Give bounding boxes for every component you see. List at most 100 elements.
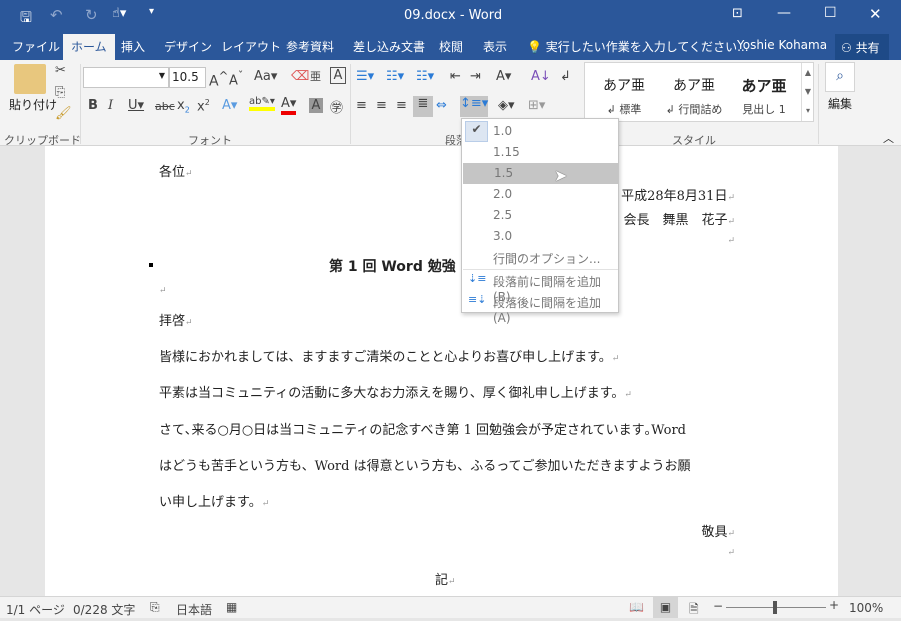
increase-indent-icon[interactable]: ⇥ [470, 69, 481, 84]
tab-view[interactable]: 表示 [483, 38, 507, 55]
ribbon-display-icon[interactable]: ⊡ [732, 6, 743, 21]
user-name[interactable]: Yoshie Kohama [737, 38, 827, 52]
styles-scroll[interactable]: ▲ ▼ ▾ [801, 63, 814, 121]
spacing-1-5[interactable]: 1.5 [463, 163, 618, 184]
enclose-characters-icon[interactable]: ㊫ [330, 97, 343, 116]
change-case-button[interactable]: Aa▾ [254, 69, 277, 84]
document-page[interactable]: 各位↵ 平成28年8月31日↵ 会長 舞黒 花子↵ ↵ 第 1 回 Word 勉… [45, 146, 838, 596]
line-spacing-options[interactable]: 行間のオプション... [462, 247, 618, 268]
doc-line: 皆様におかれましては、ますますご清栄のことと心よりお喜び申し上げます。↵ [159, 350, 620, 365]
highlight-icon[interactable]: ab✎▾ [249, 96, 275, 111]
shrink-font-icon[interactable]: Aˇ [229, 69, 243, 88]
close-icon[interactable]: ✕ [869, 5, 882, 23]
grow-font-icon[interactable]: A^ [209, 69, 228, 90]
tab-layout[interactable]: レイアウト [221, 38, 281, 55]
tab-references[interactable]: 参考資料 [286, 38, 334, 55]
text-effects-icon[interactable]: A▾ [222, 98, 237, 113]
customize-icon[interactable]: ▾ [149, 6, 154, 17]
find-icon[interactable]: ⌕ [825, 62, 855, 92]
save-icon[interactable]: 🖫 [20, 7, 32, 31]
styles-gallery: あア亜 ↲ 標準 あア亜 ↲ 行間詰め あア亜 見出し 1 ▲ ▼ ▾ [584, 62, 814, 122]
add-space-after[interactable]: 段落後に間隔を追加(A) [462, 291, 618, 325]
minimize-icon[interactable]: — [777, 5, 791, 21]
redo-icon[interactable]: ↻ [85, 6, 98, 24]
tab-insert[interactable]: 挿入 [121, 38, 145, 55]
paste-button[interactable]: 貼り付け [9, 96, 57, 113]
spacing-2-5[interactable]: 2.5 [462, 205, 618, 226]
italic-icon[interactable]: I [108, 98, 113, 113]
doc-closing: 敬具↵ [701, 525, 735, 540]
distributed-icon[interactable]: ⇔ [436, 98, 447, 113]
align-center-icon[interactable]: ≡ [376, 98, 387, 113]
language[interactable]: 日本語 [176, 601, 212, 618]
show-marks-icon[interactable]: ↲ [560, 69, 571, 84]
font-size-input[interactable]: 10.5 [169, 67, 206, 88]
paragraph-mark: ↵ [727, 548, 735, 558]
paste-icon[interactable] [14, 64, 46, 94]
doc-line: さて､来る○月○日は当コミュニティの記念すべき第 1 回勉強会が予定されています… [159, 423, 686, 438]
doc-line: 各位↵ [159, 165, 193, 180]
sort-icon[interactable]: A↓ [531, 69, 551, 84]
style-no-spacing[interactable]: あア亜 ↲ 行間詰め [661, 75, 727, 117]
spacing-2-0[interactable]: 2.0 [462, 184, 618, 205]
underline-icon[interactable]: U▾ [128, 98, 144, 113]
tab-design[interactable]: デザイン [164, 38, 212, 55]
tab-file[interactable]: ファイル [12, 38, 60, 55]
style-normal[interactable]: あア亜 ↲ 標準 [591, 75, 657, 117]
borders-icon[interactable]: ⊞▾ [528, 98, 545, 113]
touch-mode-icon[interactable]: ☝▾ [112, 6, 126, 21]
macro-icon[interactable]: ▦ [226, 600, 237, 614]
read-mode-icon[interactable]: 📖 [629, 600, 644, 614]
tab-review[interactable]: 校閲 [439, 38, 463, 55]
superscript-icon[interactable]: x2 [197, 98, 210, 114]
bullets-icon[interactable]: ☰▾ [356, 69, 374, 84]
align-right-icon[interactable]: ≡ [396, 98, 407, 113]
tab-home[interactable]: ホーム [63, 34, 115, 60]
format-painter-icon[interactable]: 🖌 [55, 106, 72, 121]
spacing-1-0[interactable]: 1.0 [462, 121, 618, 142]
tab-mailings[interactable]: 差し込み文書 [353, 38, 425, 55]
align-left-icon[interactable]: ≡ [356, 98, 367, 113]
decrease-indent-icon[interactable]: ⇤ [450, 69, 461, 84]
zoom-slider-thumb[interactable] [773, 601, 777, 614]
font-color-icon[interactable]: A▾ [281, 96, 297, 115]
cut-icon[interactable]: ✂ [55, 63, 66, 78]
line-spacing-button[interactable]: ↕≡▾ [460, 96, 488, 117]
clear-formatting-icon[interactable]: ⌫ [291, 69, 309, 84]
text-direction-icon[interactable]: A▾ [496, 69, 511, 84]
character-border-icon[interactable]: A [330, 67, 346, 84]
collapse-ribbon-icon[interactable]: ︿ [883, 130, 894, 146]
bold-icon[interactable]: B [88, 98, 98, 113]
doc-ki: 記↵ [435, 573, 456, 588]
editing-button[interactable]: 編集 [828, 95, 852, 112]
zoom-level[interactable]: 100% [849, 601, 883, 615]
font-name-input[interactable]: ▼ [83, 67, 169, 88]
subscript-icon[interactable]: x2 [177, 98, 190, 115]
zoom-out-button[interactable]: − [713, 599, 723, 613]
strikethrough-icon[interactable]: abc [155, 100, 175, 113]
zoom-in-button[interactable]: + [829, 598, 839, 612]
character-shading-icon[interactable]: A [309, 98, 323, 113]
shading-icon[interactable]: ◈▾ [498, 98, 515, 113]
font-size-value: 10.5 [172, 70, 199, 84]
add-space-before[interactable]: 段落前に間隔を追加(B) [462, 270, 618, 304]
copy-icon[interactable]: ⎘ [55, 85, 65, 100]
tell-me-input[interactable]: 💡 実行したい作業を入力してください... [527, 38, 749, 55]
paragraph-mark: ↵ [159, 286, 167, 296]
multilevel-list-icon[interactable]: ☷▾ [416, 69, 434, 84]
phonetic-guide-icon[interactable]: 亜 [310, 68, 321, 84]
undo-icon[interactable]: ↶ [50, 6, 63, 24]
page-count[interactable]: 1/1 ページ [6, 601, 65, 618]
maximize-icon[interactable]: ☐ [824, 5, 837, 21]
style-heading-1[interactable]: あア亜 見出し 1 [731, 75, 797, 117]
justify-icon[interactable]: ≣ [413, 96, 433, 117]
doc-line: い申し上げます。↵ [159, 495, 270, 510]
spacing-3-0[interactable]: 3.0 [462, 226, 618, 247]
word-count[interactable]: 0/228 文字 [73, 601, 135, 618]
print-layout-icon[interactable]: ▣ [653, 597, 678, 618]
numbering-icon[interactable]: ☷▾ [386, 69, 404, 84]
spacing-1-15[interactable]: 1.15 [462, 142, 618, 163]
doc-sender: 会長 舞黒 花子↵ [623, 213, 735, 228]
proofing-icon[interactable]: ⎘ [150, 600, 160, 615]
share-button[interactable]: ⚇ 共有 [835, 34, 889, 60]
